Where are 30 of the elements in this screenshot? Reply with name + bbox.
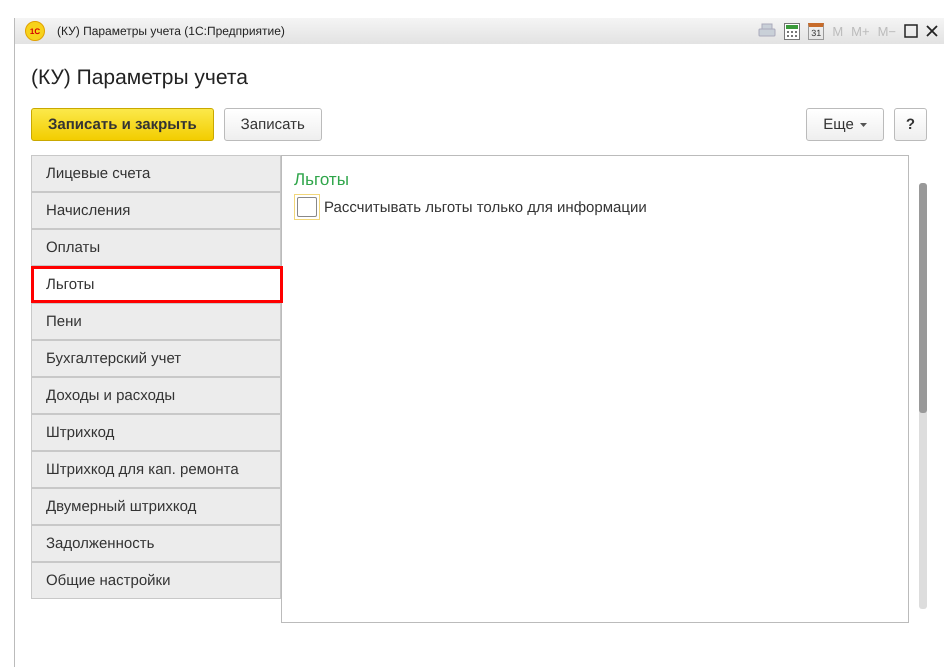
section-title: Льготы: [294, 170, 350, 190]
form-title: (КУ) Параметры учета: [31, 66, 249, 90]
tab[interactable]: Штрихкод: [31, 414, 281, 451]
caret-icon: [860, 122, 867, 126]
tab[interactable]: Льготы: [31, 266, 283, 303]
save-and-close-button[interactable]: Записать и закрыть: [31, 108, 214, 141]
checkbox-label: Рассчитывать льготы только для информации: [324, 198, 647, 216]
tab[interactable]: Задолженность: [31, 525, 281, 562]
tab[interactable]: Начисления: [31, 192, 281, 229]
window-title: (КУ) Параметры учета (1С:Предприятие): [57, 24, 286, 38]
calendar-icon[interactable]: 31: [808, 22, 824, 40]
tab[interactable]: Бухгалтерский учет: [31, 340, 281, 377]
checkbox[interactable]: [294, 194, 320, 220]
tab[interactable]: Общие настройки: [31, 562, 281, 599]
app-logo: 1С: [25, 21, 45, 41]
tab[interactable]: Оплаты: [31, 229, 281, 266]
printer-icon[interactable]: [758, 23, 776, 39]
save-button[interactable]: Записать: [224, 108, 322, 141]
tab[interactable]: Двумерный штрихкод: [31, 488, 281, 525]
calculator-icon[interactable]: [784, 22, 800, 40]
scroll-thumb[interactable]: [919, 183, 927, 413]
more-button[interactable]: Еще: [806, 108, 884, 141]
tab[interactable]: Пени: [31, 303, 281, 340]
maximize-icon[interactable]: [904, 24, 918, 38]
scrollbar[interactable]: [919, 183, 927, 609]
help-button[interactable]: ?: [894, 108, 927, 141]
tab[interactable]: Лицевые счета: [31, 155, 281, 192]
tab[interactable]: Штрихкод для кап. ремонта: [31, 451, 281, 488]
tab[interactable]: Доходы и расходы: [31, 377, 281, 414]
close-icon[interactable]: [926, 25, 938, 37]
